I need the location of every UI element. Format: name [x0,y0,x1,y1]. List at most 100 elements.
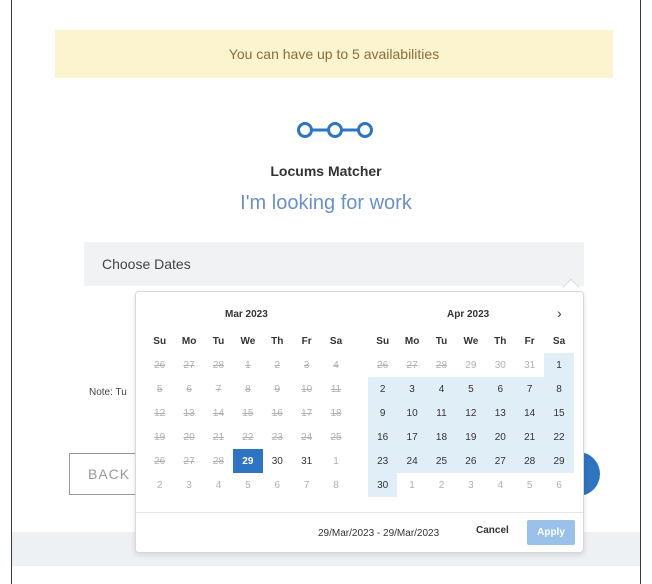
calendar-day: 2 [274,359,281,371]
calendar-day[interactable]: 7 [292,473,321,497]
calendar-day[interactable]: 30 [263,449,292,473]
calendar-day[interactable]: 22 [544,425,574,449]
calendar-day: 28 [212,455,225,467]
month-title-left: Mar 2023 [225,309,268,320]
calendar-march: Su Mo Tu We Th Fr Sa 26 27 28 1 2 3 4 5 6 7 8 9 10 11 12 13 14 1… [145,329,351,497]
calendar-day[interactable]: 10 [397,401,427,425]
availability-banner: You can have up to 5 availabilities [55,30,613,78]
calendar-day[interactable]: 7 [514,377,545,401]
calendar-day[interactable]: 4 [486,473,515,497]
calendar-day[interactable]: 12 [456,401,486,425]
apply-button[interactable]: Apply [527,520,575,545]
weekday-header: Sa [329,335,343,347]
selected-range-text: 29/Mar/2023 - 29/Mar/2023 [318,528,440,539]
calendar-day[interactable]: 27 [485,449,515,473]
calendar-day[interactable]: 2 [145,473,174,497]
weekday-header: Fr [524,335,535,347]
calendar-day[interactable]: 6 [263,473,292,497]
calendar-day: 23 [271,431,283,443]
calendar-day: 10 [301,383,313,395]
calendar-day[interactable]: 3 [397,377,427,401]
next-month-arrow-icon[interactable]: › [557,305,562,321]
calendar-day[interactable]: 31 [292,449,321,473]
calendar-day[interactable]: 19 [456,425,486,449]
cancel-button[interactable]: Cancel [476,525,509,536]
calendar-day[interactable]: 1 [544,353,574,377]
calendar-day[interactable]: 6 [485,377,515,401]
calendar-day: 17 [301,407,313,419]
calendar-day[interactable]: 5 [233,473,262,497]
calendar-day[interactable]: 24 [397,449,427,473]
calendar-day[interactable]: 5 [515,473,544,497]
calendar-day: 26 [154,455,166,467]
calendar-day: 15 [242,407,254,419]
calendar-day: 1 [245,359,251,371]
calendar-day: 13 [183,407,195,419]
weekday-header: Sa [552,335,566,347]
calendar-day[interactable]: 29 [233,449,263,473]
calendar-day[interactable]: 9 [368,401,398,425]
calendar-day[interactable]: 14 [514,401,545,425]
calendar-day[interactable]: 1 [321,449,350,473]
calendar-day[interactable]: 20 [485,425,515,449]
calendar-day[interactable]: 13 [485,401,515,425]
calendar-day[interactable]: 4 [204,473,233,497]
calendar-day[interactable]: 21 [514,425,545,449]
calendar-day[interactable]: 31 [515,353,544,377]
calendar-day[interactable]: 2 [427,473,456,497]
weekday-header: Tu [435,335,448,347]
calendar-day[interactable]: 30 [486,353,515,377]
weekday-header: We [240,335,256,347]
calendar-day: 16 [271,407,283,419]
calendar-day: 4 [333,359,339,371]
note-text: Note: Tu [89,387,127,398]
popup-divider [136,512,583,513]
calendar-day[interactable]: 4 [426,377,457,401]
calendar-day: 6 [186,383,192,395]
calendar-day[interactable]: 5 [456,377,486,401]
calendar-day[interactable]: 1 [397,473,426,497]
choose-dates-field[interactable]: Choose Dates [84,242,584,286]
calendar-day: 26 [154,359,166,371]
calendar-day[interactable]: 16 [368,425,398,449]
banner-text: You can have up to 5 availabilities [228,46,440,62]
calendar-day[interactable]: 3 [456,473,485,497]
calendar-day: 11 [330,383,342,395]
weekday-header: Fr [301,335,312,347]
calendar-day: 20 [183,431,195,443]
calendar-day[interactable]: 17 [397,425,427,449]
month-title-right: Apr 2023 [447,309,490,320]
back-button-label: BACK [88,466,131,482]
calendar-day[interactable]: 8 [544,377,574,401]
weekday-header: Mo [404,335,420,347]
calendar-day[interactable]: 2 [368,377,398,401]
calendar-day: 27 [406,359,418,371]
calendar-day[interactable]: 8 [321,473,350,497]
weekday-header: Th [271,335,284,347]
weekday-header: We [463,335,479,347]
calendar-day[interactable]: 11 [426,401,457,425]
calendar-day[interactable]: 3 [174,473,203,497]
calendar-day[interactable]: 23 [368,449,398,473]
calendar-day: 3 [303,359,310,371]
calendar-day[interactable]: 28 [514,449,545,473]
calendar-day[interactable]: 29 [544,449,574,473]
calendar-day: 28 [212,359,225,371]
calendar-day: 8 [245,383,251,395]
calendar-day[interactable]: 29 [456,353,485,377]
calendar-day: 28 [435,359,448,371]
calendar-day[interactable]: 30 [368,473,398,497]
calendar-day[interactable]: 6 [544,473,573,497]
choose-dates-placeholder: Choose Dates [102,256,191,272]
calendar-day: 14 [212,407,225,419]
calendar-day: 25 [330,431,342,443]
weekday-header: Su [376,335,390,347]
calendar-day[interactable]: 18 [426,425,457,449]
weekday-header: Su [153,335,167,347]
calendar-day: 5 [156,383,163,395]
calendar-day[interactable]: 15 [544,401,574,425]
calendar-day[interactable]: 26 [456,449,486,473]
calendar-day[interactable]: 25 [426,449,457,473]
window-border-right [640,0,641,584]
calendar-day: 26 [377,359,389,371]
